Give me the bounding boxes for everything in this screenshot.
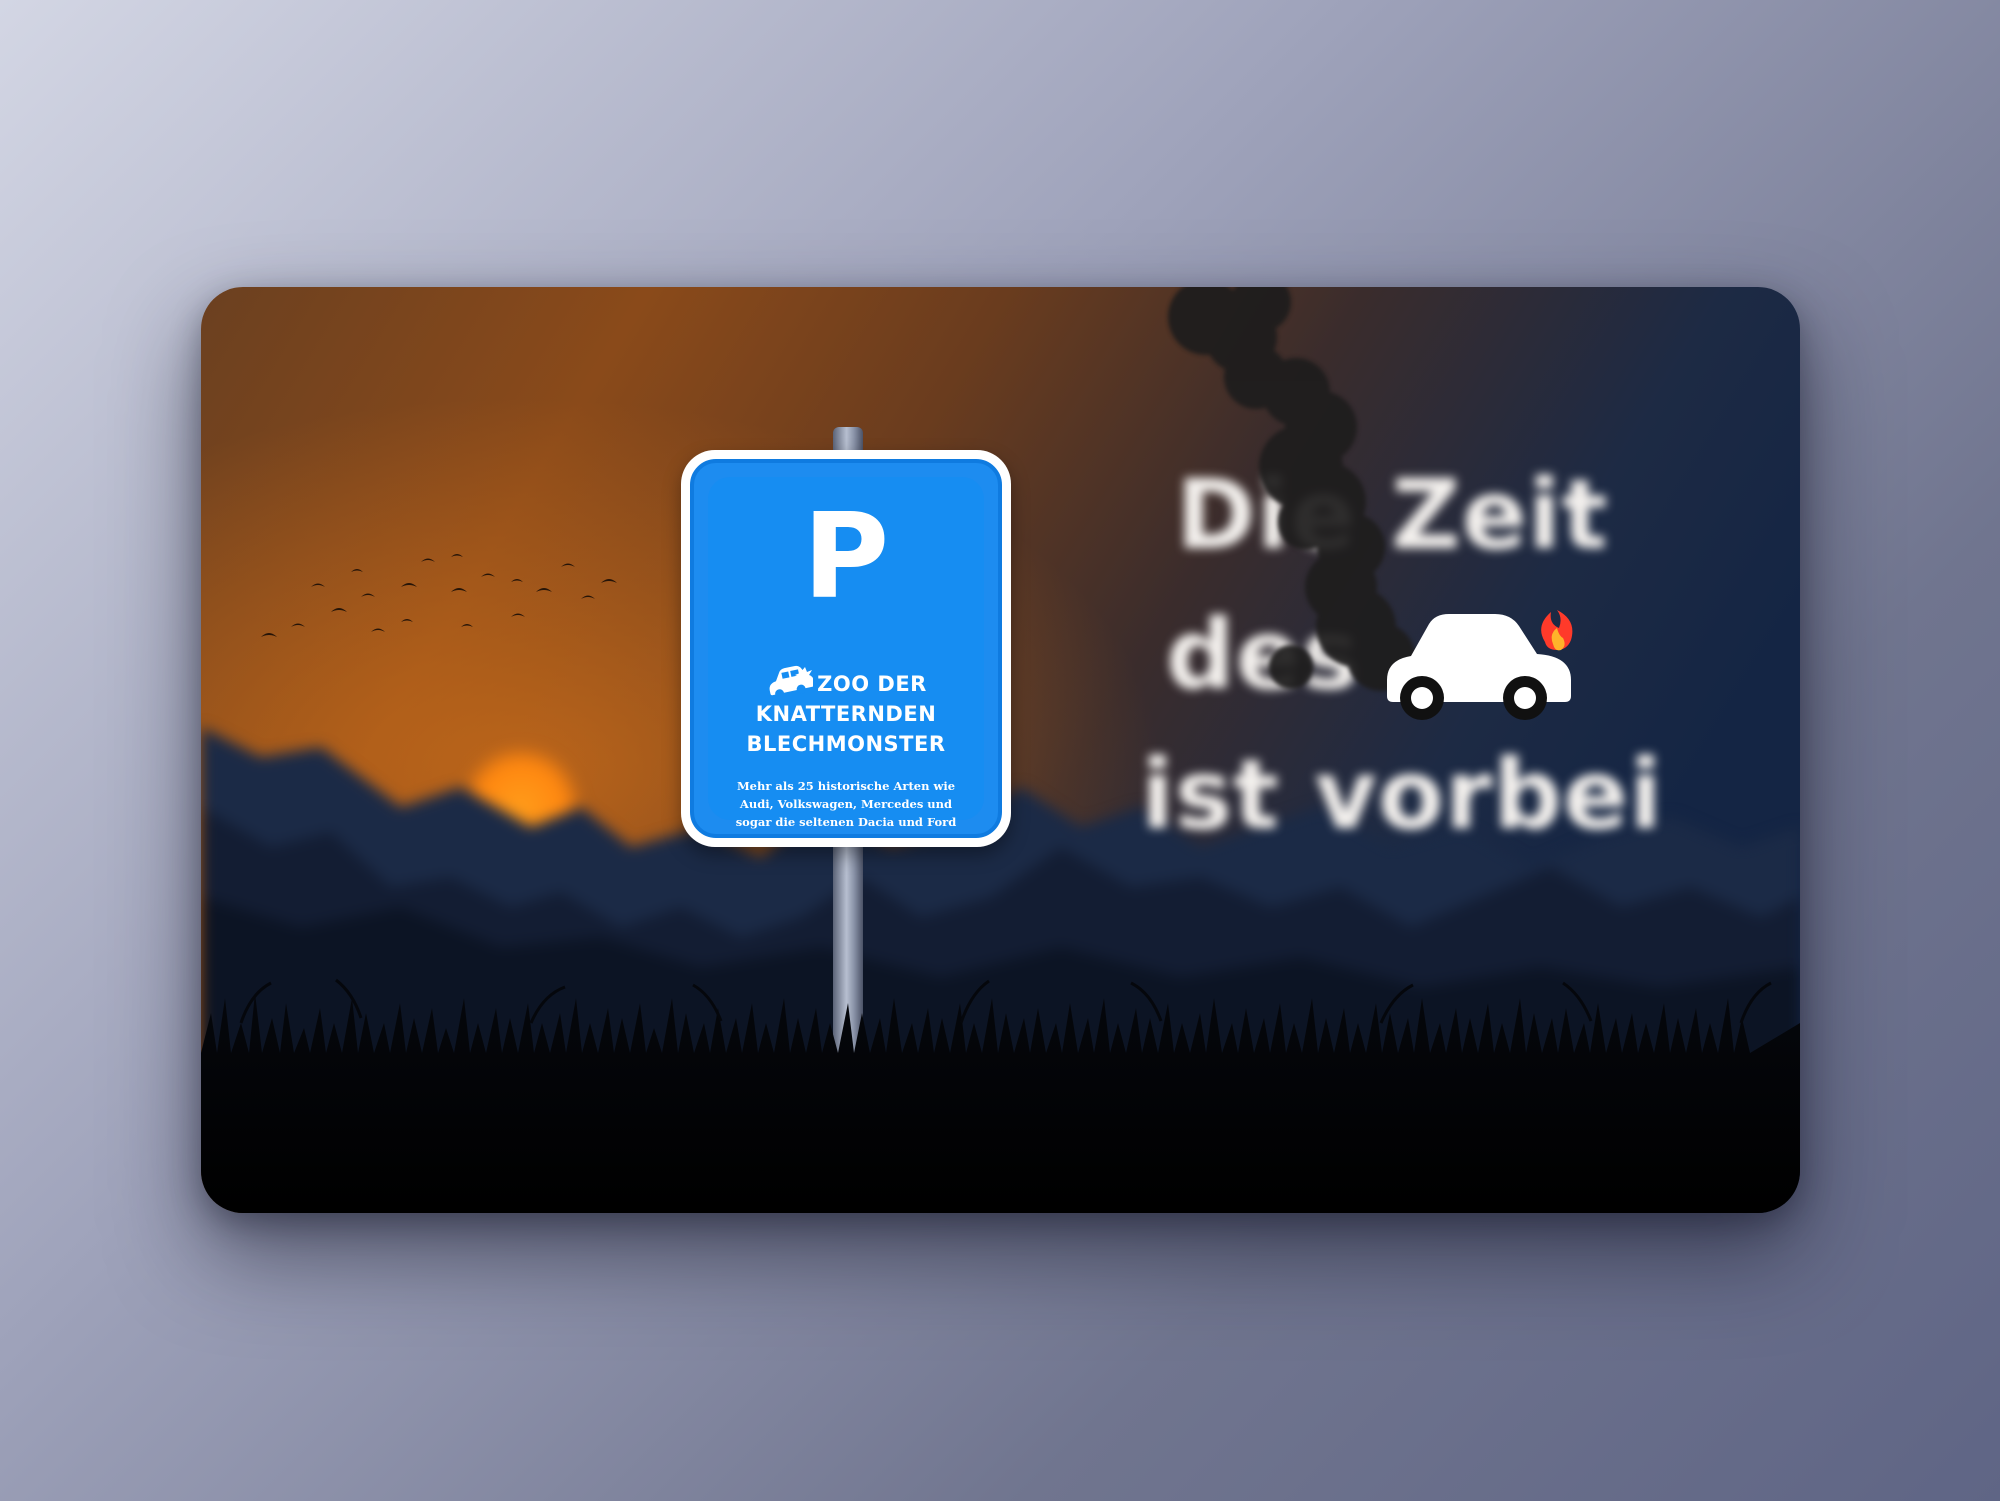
scene-card: Die Zeit des ist vorbei P ZOO DER KNATTE… — [201, 287, 1800, 1213]
sign-board: P ZOO DER KNATTERNDEN BLECHMONSTER Mehr … — [681, 450, 1011, 847]
sign-title-line-1: ZOO DER — [817, 672, 927, 696]
car-crash-icon — [769, 665, 814, 697]
sign-text-line-2: Audi, Volkswagen, Mercedes und — [739, 797, 953, 811]
sign-description: Mehr als 25 historische Arten wie Audi, … — [722, 777, 970, 831]
grass-silhouette — [201, 978, 1800, 1213]
sign-title-line-2: KNATTERNDEN — [755, 702, 937, 726]
sign-title: ZOO DER KNATTERNDEN BLECHMONSTER — [718, 665, 974, 759]
sign-text-line-3: sogar die seltenen Dacia und Ford — [735, 815, 957, 829]
parking-letter: P — [802, 487, 890, 625]
sign-title-line-3: BLECHMONSTER — [746, 732, 946, 756]
sign-text-line-1: Mehr als 25 historische Arten wie — [736, 779, 956, 793]
